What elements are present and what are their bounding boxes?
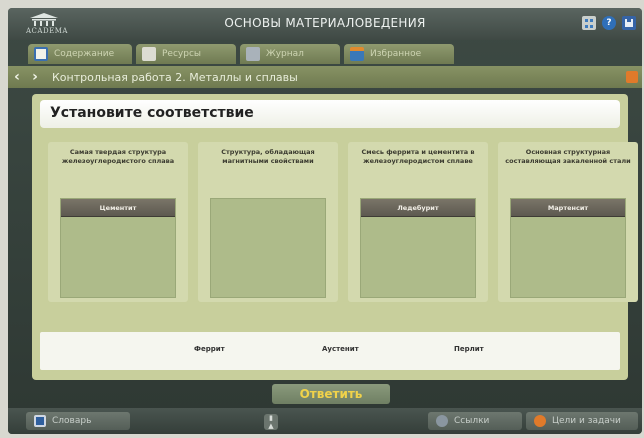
favorites-icon [350, 47, 364, 61]
tab-contents[interactable]: Содержание [28, 44, 132, 64]
option-item[interactable]: Аустенит [322, 345, 359, 353]
match-column: Структура, обладающая магнитными свойств… [198, 142, 338, 302]
goals-button[interactable]: Цели и задачи [526, 412, 638, 430]
goals-label: Цели и задачи [552, 416, 621, 426]
drop-slot[interactable] [210, 198, 326, 298]
tab-bar: Содержание Ресурсы Журнал Избранное [28, 44, 454, 64]
dictionary-label: Словарь [52, 416, 92, 426]
links-label: Ссылки [454, 416, 490, 426]
answer-chip[interactable]: Цементит [61, 199, 175, 217]
target-icon [534, 415, 546, 427]
bookmark-icon[interactable] [626, 71, 638, 83]
answer-chip[interactable]: Мартенсит [511, 199, 625, 217]
options-pool: Феррит Аустенит Перлит [40, 332, 620, 370]
answer-chip[interactable]: Ледебурит [361, 199, 475, 217]
dictionary-icon [34, 415, 46, 427]
save-icon[interactable] [622, 16, 636, 30]
match-column: Самая твердая структура железоуглеродист… [48, 142, 188, 302]
tab-label: Избранное [370, 49, 422, 59]
bottom-toolbar: Словарь ▮ ▲ Ссылки Цели и задачи [8, 408, 642, 434]
tab-resources[interactable]: Ресурсы [136, 44, 236, 64]
breadcrumb-bar: ‹ › Контрольная работа 2. Металлы и спла… [8, 66, 642, 88]
breadcrumb: Контрольная работа 2. Металлы и сплавы [52, 70, 298, 84]
task-heading: Установите соответствие [40, 100, 620, 128]
help-icon[interactable]: ? [602, 16, 616, 30]
back-arrow-icon[interactable]: ‹ [8, 69, 26, 85]
app-title: ОСНОВЫ МАТЕРИАЛОВЕДЕНИЯ [224, 16, 426, 30]
column-caption: Самая твердая структура железоуглеродист… [61, 148, 175, 165]
tab-journal[interactable]: Журнал [240, 44, 340, 64]
column-caption: Смесь феррита и цементита в железоуглеро… [361, 148, 475, 165]
journal-icon [246, 47, 260, 61]
match-column: Смесь феррита и цементита в железоуглеро… [348, 142, 488, 302]
column-caption: Структура, обладающая магнитными свойств… [221, 148, 315, 165]
tab-label: Ресурсы [162, 49, 202, 59]
option-item[interactable]: Феррит [194, 345, 225, 353]
match-column: Основная структурная составляющая закале… [498, 142, 638, 302]
tab-label: Журнал [266, 49, 304, 59]
forward-arrow-icon[interactable]: › [26, 69, 44, 85]
app-window: ACADEMA ОСНОВЫ МАТЕРИАЛОВЕДЕНИЯ ? Содерж… [8, 8, 642, 434]
task-panel: Установите соответствие Самая твердая ст… [32, 94, 638, 380]
links-button[interactable]: Ссылки [428, 412, 522, 430]
tab-label: Содержание [54, 49, 115, 59]
contents-icon [34, 47, 48, 61]
answer-row: Ответить [8, 382, 642, 406]
grid-icon[interactable] [582, 16, 596, 30]
title-bar: ACADEMA ОСНОВЫ МАТЕРИАЛОВЕДЕНИЯ ? [8, 8, 642, 40]
option-item[interactable]: Перлит [454, 345, 484, 353]
drop-slot[interactable]: Ледебурит [360, 198, 476, 298]
drop-slot[interactable]: Цементит [60, 198, 176, 298]
link-icon [436, 415, 448, 427]
page-indicator-icon[interactable]: ▮ ▲ [264, 414, 278, 430]
column-caption: Основная структурная составляющая закале… [505, 148, 631, 165]
dictionary-button[interactable]: Словарь [26, 412, 130, 430]
answer-button[interactable]: Ответить [272, 384, 390, 404]
resources-icon [142, 47, 156, 61]
drop-slot[interactable]: Мартенсит [510, 198, 626, 298]
tab-favorites[interactable]: Избранное [344, 44, 454, 64]
